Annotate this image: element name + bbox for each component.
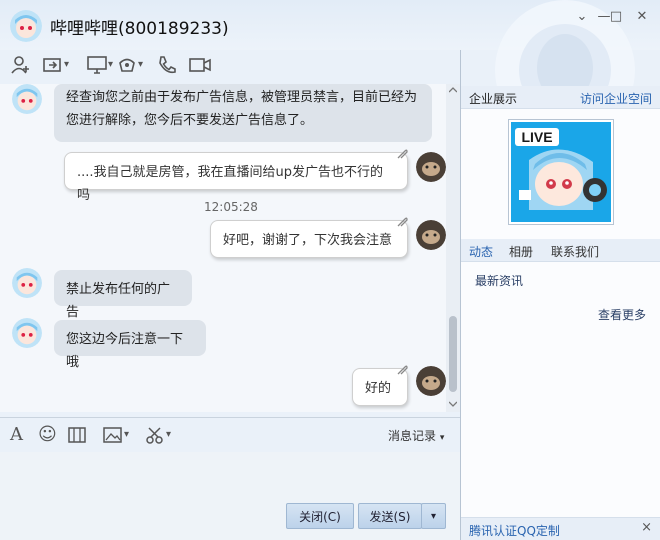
enterprise-footer: 腾讯认证QQ定制 ×: [461, 517, 660, 540]
chevron-down-icon: ▾: [64, 59, 70, 70]
chevron-down-icon: ▾: [138, 59, 144, 70]
contact-avatar: [12, 268, 42, 298]
enterprise-header: 企业展示 访问企业空间: [461, 86, 660, 109]
message-text: 好的: [365, 381, 392, 396]
font-icon: A: [10, 424, 23, 445]
chat-toolbar: ▾ ▾ ▾: [0, 50, 460, 80]
app-button[interactable]: [116, 54, 138, 76]
latest-news-link[interactable]: 最新资讯: [475, 272, 523, 289]
image-icon: [103, 427, 122, 443]
chat-history[interactable]: 经查询您之前由于发布广告信息，被管理员禁言，目前已经为 您进行解除，您今后不要发…: [0, 84, 446, 412]
add-contact-button[interactable]: [10, 54, 32, 76]
tab-contact-us[interactable]: 联系我们: [551, 243, 599, 260]
more-options-button[interactable]: ⌄: [572, 8, 592, 26]
chevron-down-icon: ▾: [124, 429, 130, 440]
file-transfer-icon: [43, 58, 61, 72]
file-transfer-menu[interactable]: ▾: [64, 54, 69, 76]
enterprise-title: 企业展示: [469, 92, 518, 106]
close-window-button[interactable]: ✕: [632, 8, 652, 26]
chevron-down-icon: ▾: [108, 59, 114, 70]
scroll-down-icon[interactable]: [449, 400, 457, 408]
scroll-thumb[interactable]: [449, 316, 457, 392]
message-bubble: 好吧，谢谢了，下次我会注意: [210, 217, 408, 258]
scissors-icon: [146, 427, 163, 444]
close-icon: ✕: [636, 9, 648, 24]
remote-desktop-button[interactable]: [86, 54, 108, 76]
send-options-button[interactable]: ▾: [421, 503, 446, 529]
enterprise-panel: 企业展示 访问企业空间 LIVE 动态 相册 联系我们 最新资讯 查看更多 腾讯…: [461, 86, 660, 540]
chat-scrollbar[interactable]: [446, 84, 460, 412]
message-bubble: 好的: [352, 365, 408, 406]
message-text: ....我自己就是房管，我在直播间给up发广告也不行的吗: [77, 165, 384, 203]
input-divider: [0, 417, 460, 418]
gif-icon: [68, 427, 86, 443]
chevron-down-icon: ▾: [430, 511, 437, 522]
message-bubble: 您这边今后注意一下哦: [54, 320, 206, 370]
paperclip-icon: [397, 365, 408, 375]
emoji-icon: ☺: [38, 424, 57, 445]
tab-news[interactable]: 动态: [469, 243, 493, 260]
view-more-link[interactable]: 查看更多: [598, 306, 646, 323]
video-call-icon: [189, 58, 211, 72]
enterprise-tabs: 动态 相册 联系我们: [461, 239, 660, 262]
file-transfer-button[interactable]: [42, 54, 64, 76]
screenshot-button[interactable]: [144, 424, 166, 446]
contact-avatar: [12, 318, 42, 348]
message-text: 经查询您之前由于发布广告信息，被管理员禁言，目前已经为: [66, 90, 418, 105]
message-text: 禁止发布任何的广告: [66, 282, 171, 320]
maximize-button[interactable]: □: [606, 8, 626, 26]
message-bubble: 禁止发布任何的广告: [54, 270, 192, 320]
logo-text: LIVE: [521, 129, 552, 145]
message-text: 您这边今后注意一下哦: [66, 332, 184, 370]
message-bubble: 经查询您之前由于发布广告信息，被管理员禁言，目前已经为 您进行解除，您今后不要发…: [54, 84, 432, 142]
chevron-down-icon: ▾: [166, 429, 172, 440]
image-menu[interactable]: ▾: [124, 424, 129, 446]
app-menu[interactable]: ▾: [138, 54, 143, 76]
tencent-certified-link[interactable]: 腾讯认证QQ定制: [469, 522, 560, 539]
gif-button[interactable]: [66, 424, 88, 446]
app-icon: [119, 58, 135, 72]
message-bubble: ....我自己就是房管，我在直播间给up发广告也不行的吗: [64, 149, 408, 203]
image-button[interactable]: [102, 424, 124, 446]
window-title: 哔哩哔哩(800189233): [50, 19, 229, 39]
font-button[interactable]: A: [10, 424, 23, 446]
message-history-label: 消息记录: [388, 429, 437, 443]
my-avatar: [416, 366, 446, 396]
voice-call-button[interactable]: [156, 54, 178, 76]
bilibili-live-logo-icon: LIVE: [511, 122, 611, 222]
video-call-button[interactable]: [188, 54, 212, 76]
remote-desktop-menu[interactable]: ▾: [108, 54, 113, 76]
chevron-down-icon: ▾: [439, 433, 445, 443]
send-button[interactable]: 发送(S): [358, 503, 422, 529]
message-text: 好吧，谢谢了，下次我会注意: [223, 233, 393, 248]
paperclip-icon: [397, 149, 408, 159]
tab-album[interactable]: 相册: [509, 243, 533, 260]
message-text: 您进行解除，您今后不要发送广告信息了。: [66, 113, 314, 128]
close-icon[interactable]: ×: [641, 520, 652, 535]
maximize-icon: □: [609, 9, 623, 24]
close-button[interactable]: 关闭(C): [286, 503, 354, 529]
voice-call-icon: [159, 56, 176, 74]
contact-avatar[interactable]: [10, 10, 42, 42]
scroll-up-icon[interactable]: [449, 86, 457, 94]
my-avatar: [416, 220, 446, 250]
remote-desktop-icon: [87, 56, 107, 74]
add-contact-icon: [11, 56, 29, 74]
enterprise-logo[interactable]: LIVE: [508, 119, 614, 225]
emoji-button[interactable]: ☺: [38, 424, 57, 446]
visit-enterprise-link[interactable]: 访问企业空间: [580, 90, 652, 107]
message-history-button[interactable]: 消息记录 ▾: [388, 427, 444, 444]
screenshot-menu[interactable]: ▾: [166, 424, 171, 446]
title-bar: 哔哩哔哩(800189233) ⌄ — □ ✕: [0, 0, 660, 90]
contact-avatar: [12, 84, 42, 114]
my-avatar: [416, 152, 446, 182]
chevron-down-icon: ⌄: [576, 9, 588, 24]
message-timestamp: 12:05:28: [204, 200, 258, 214]
paperclip-icon: [397, 217, 408, 227]
